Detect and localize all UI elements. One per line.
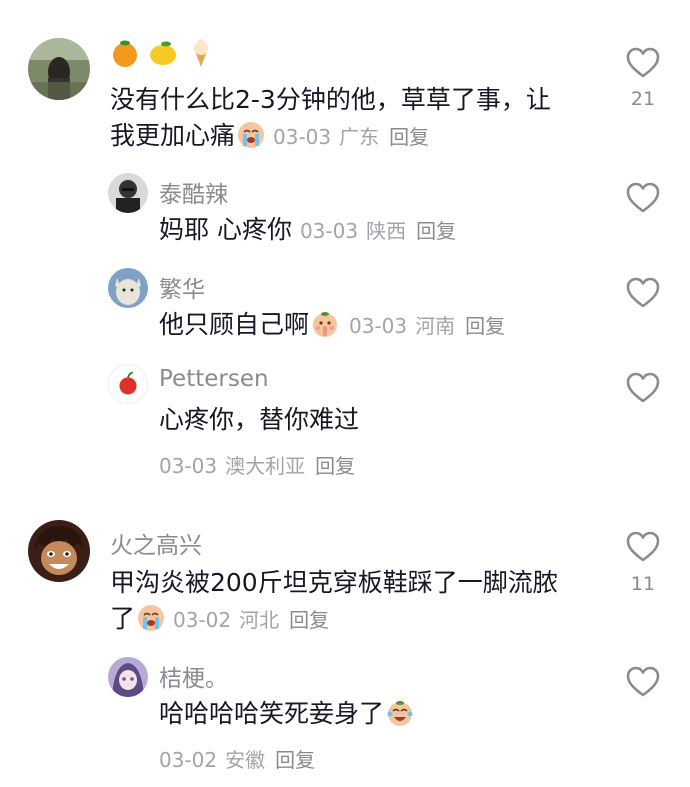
laugh-cry-emoji-icon [387, 701, 413, 726]
avatar[interactable] [108, 268, 148, 308]
comment-text-line2: 了 03-02 河北 回复 [110, 604, 330, 633]
reply-button[interactable]: 回复 [315, 454, 355, 478]
crying-emoji-icon [238, 122, 265, 148]
crying-emoji-icon [138, 605, 165, 631]
comment-location: 广东 [339, 125, 380, 149]
shush-emoji-icon [313, 312, 338, 337]
reply-text: 心疼你，替你难过 [159, 405, 360, 434]
avatar[interactable] [28, 520, 90, 582]
like-button[interactable] [626, 182, 660, 214]
comment-location: 河北 [239, 608, 280, 632]
reply-text: 他只顾自己啊 03-03 河南 回复 [159, 310, 506, 339]
heart-icon [626, 182, 660, 213]
avatar[interactable] [108, 173, 148, 213]
reply-date: 03-03 [349, 314, 408, 338]
reply-location: 安徽 [225, 748, 266, 772]
like-button[interactable] [626, 277, 660, 309]
heart-icon [626, 47, 660, 78]
reply-author-name[interactable]: 泰酷辣 [159, 175, 228, 209]
commenter-name[interactable]: 火之高兴 [110, 526, 202, 560]
reply-author-name[interactable]: Pettersen [159, 366, 269, 392]
like-button[interactable] [626, 372, 660, 404]
reply-location: 陕西 [366, 219, 407, 243]
reply-date: 03-03 [299, 219, 359, 243]
avatar[interactable] [108, 657, 148, 697]
reply-button[interactable]: 回复 [289, 608, 329, 632]
comment-date: 03-03 [273, 125, 332, 149]
lemon-emoji [150, 41, 177, 65]
reply-text: 哈哈哈哈笑死妾身了 [159, 692, 416, 736]
avatar[interactable] [108, 364, 148, 404]
reply-date: 03-03 [159, 454, 218, 478]
ice-cream-emoji [194, 39, 209, 67]
reply-button[interactable]: 回复 [275, 748, 315, 772]
reply-location: 河南 [415, 314, 456, 338]
like-count: 11 [630, 573, 656, 595]
reply-meta: 03-03 澳大利亚 回复 [159, 450, 355, 479]
reply-button[interactable]: 回复 [389, 125, 429, 149]
comment-text-line2: 我更加心痛 03-03 广东 回复 [110, 121, 430, 150]
reply-author-name[interactable]: 桔梗。 [159, 659, 228, 693]
heart-icon [626, 277, 660, 308]
reply-button[interactable]: 回复 [416, 219, 456, 243]
like-count: 21 [630, 88, 656, 110]
like-button[interactable] [626, 531, 660, 563]
like-button[interactable] [626, 666, 660, 698]
commenter-name-emojis[interactable] [110, 38, 219, 72]
reply-meta: 03-02 安徽 回复 [159, 744, 315, 773]
heart-icon [626, 666, 660, 697]
reply-author-name[interactable]: 繁华 [159, 270, 205, 304]
reply-date: 03-02 [159, 748, 218, 772]
reply-location: 澳大利亚 [225, 454, 306, 478]
heart-icon [626, 372, 660, 403]
orange-emoji [113, 40, 137, 67]
reply-button[interactable]: 回复 [465, 314, 505, 338]
reply-text: 妈耶 心疼你 03-03 陕西 回复 [159, 215, 457, 244]
heart-icon [626, 531, 660, 562]
avatar[interactable] [28, 38, 90, 100]
like-button[interactable] [626, 47, 660, 79]
comment-date: 03-02 [173, 608, 232, 632]
